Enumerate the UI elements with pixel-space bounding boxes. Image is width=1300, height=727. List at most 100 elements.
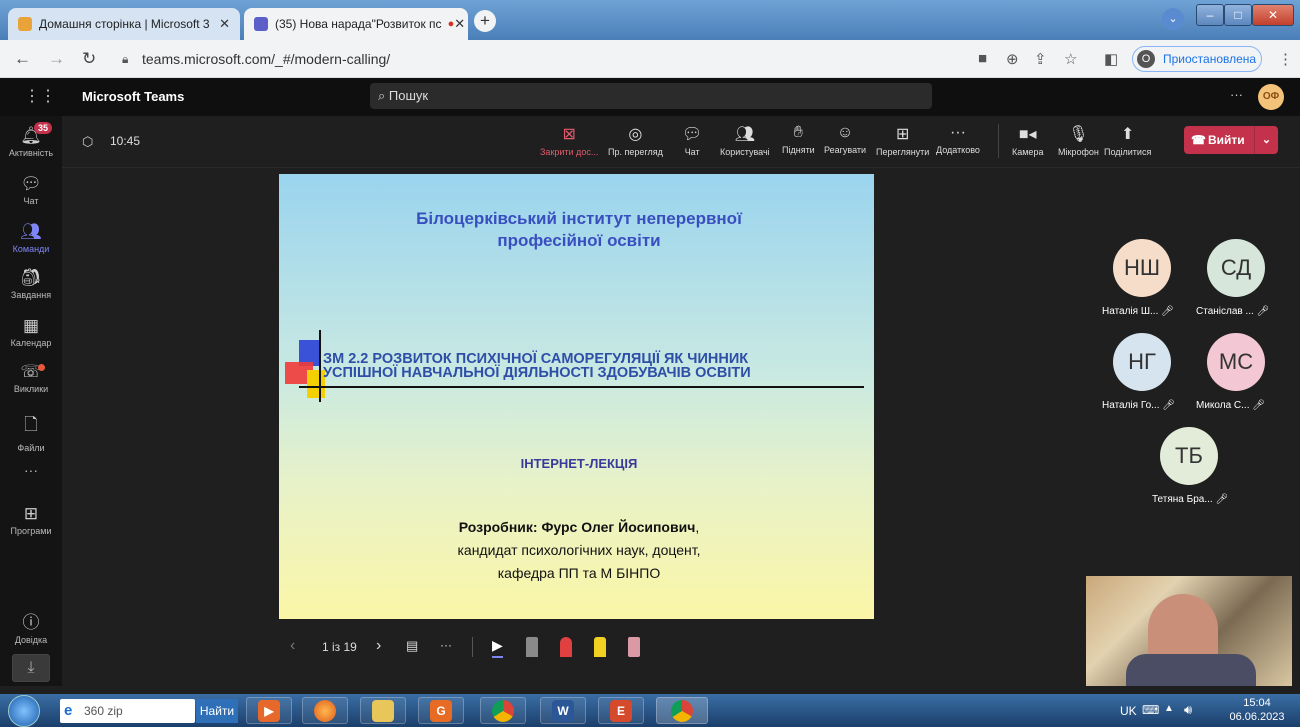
rail-item-chat[interactable]: 💬︎ Чат: [0, 174, 62, 206]
chat-button[interactable]: 💬︎ Чат: [682, 124, 702, 157]
more-actions-button[interactable]: ··· Додатково: [936, 124, 980, 155]
rail-item-tasks[interactable]: 🎒︎ Завдання: [0, 268, 62, 300]
participants-button[interactable]: 👥︎ Користувачі: [720, 124, 770, 157]
participant-avatar[interactable]: МС: [1207, 333, 1265, 391]
pen-tool-icon[interactable]: [526, 637, 538, 657]
microphone-button[interactable]: 🎙︎ Мікрофон: [1058, 124, 1099, 157]
zoom-icon[interactable]: ⊕: [1006, 50, 1019, 68]
chevron-down-icon[interactable]: ⌄: [1162, 8, 1184, 30]
participant-avatar[interactable]: НГ: [1113, 333, 1171, 391]
view-button[interactable]: ⊞ Переглянути: [876, 124, 929, 157]
chat-icon: 💬︎: [20, 174, 42, 193]
app-launcher-icon[interactable]: ⋮⋮: [24, 86, 56, 106]
participant-avatar[interactable]: ТБ: [1160, 427, 1218, 485]
taskbar-app-pdf[interactable]: G: [418, 697, 464, 724]
tab-meeting[interactable]: (35) Нова нарада"Розвиток пс ● ✕: [244, 8, 468, 40]
keyboard-icon[interactable]: ⌨: [1142, 703, 1159, 717]
url-text: teams.microsoft.com/_#/modern-calling/: [142, 51, 391, 67]
participant-name: Наталія Го... 🎤︎: [1102, 400, 1175, 411]
rail-item-apps[interactable]: ⊞ Програми: [0, 504, 62, 536]
mic-muted-icon: 🎤︎: [1162, 400, 1175, 411]
preview-button[interactable]: ◎ Пр. перегляд: [608, 124, 663, 157]
kebab-menu-icon[interactable]: ⋮: [1278, 50, 1293, 68]
reload-icon[interactable]: ↻: [82, 49, 96, 69]
eraser-icon[interactable]: [628, 637, 640, 657]
hand-icon: ✋︎: [793, 124, 803, 141]
download-icon[interactable]: ⤓: [12, 654, 50, 682]
highlighter-icon[interactable]: [594, 637, 606, 657]
control-label: Чат: [684, 147, 700, 157]
rail-item-teams[interactable]: 👥︎ Команди: [0, 222, 62, 254]
back-icon[interactable]: ←: [14, 49, 31, 69]
help-icon: ⓘ: [22, 613, 40, 632]
camera-button[interactable]: ■◂ Камера: [1012, 124, 1043, 157]
leave-button[interactable]: ☎ Вийти ⌄: [1184, 126, 1278, 154]
red-pen-icon[interactable]: [560, 637, 572, 657]
more-options-button[interactable]: ···: [1230, 87, 1243, 102]
raise-hand-button[interactable]: ✋︎ Підняти: [782, 124, 815, 155]
participant-avatar[interactable]: НШ: [1113, 239, 1171, 297]
user-avatar[interactable]: ОФ: [1258, 84, 1284, 110]
control-label: Поділитися: [1104, 147, 1152, 157]
close-icon[interactable]: ✕: [219, 16, 230, 32]
taskbar-search-input[interactable]: e 360 zip: [60, 699, 195, 723]
taskbar-app-chrome[interactable]: [480, 697, 526, 724]
rail-item-calls[interactable]: ☏ Виклики: [0, 362, 62, 394]
bell-icon: 🔔︎: [20, 126, 42, 145]
taskbar-app-word[interactable]: W: [540, 697, 586, 724]
tab-label: (35) Нова нарада"Розвиток пс: [275, 17, 442, 31]
self-video-feed[interactable]: [1086, 576, 1292, 686]
firefox-icon: [314, 700, 336, 722]
react-button[interactable]: ☺ Реагувати: [824, 124, 866, 155]
stop-sharing-button[interactable]: ⊠ Закрити дос...: [540, 124, 598, 157]
slide-lecture-type: ІНТЕРНЕТ-ЛЕКЦІЯ: [520, 456, 638, 471]
url-field[interactable]: 🔒︎ teams.microsoft.com/_#/modern-calling…: [110, 46, 960, 72]
forward-icon[interactable]: →: [48, 49, 65, 69]
pointer-tool-icon[interactable]: ▶: [492, 637, 503, 658]
rail-item-files[interactable]: 🗋 Файли: [0, 412, 62, 453]
taskbar-clock[interactable]: 15:04 06.06.2023: [1224, 696, 1290, 724]
search-input[interactable]: ⌕ Пошук: [370, 83, 932, 109]
language-indicator[interactable]: UK: [1120, 704, 1137, 718]
more-options-button[interactable]: ···: [440, 638, 452, 652]
sidebar-icon[interactable]: ◧: [1104, 50, 1118, 68]
participant-avatar[interactable]: СД: [1207, 239, 1265, 297]
close-window-button[interactable]: ✕: [1252, 4, 1294, 26]
volume-icon[interactable]: 🔊︎: [1184, 702, 1192, 718]
taskbar-app-firefox[interactable]: [302, 697, 348, 724]
taskbar-app-explorer[interactable]: [360, 697, 406, 724]
taskbar-app-presenter[interactable]: E: [598, 697, 644, 724]
eye-icon: ◎: [628, 126, 643, 143]
maximize-button[interactable]: □: [1224, 4, 1252, 26]
minimize-button[interactable]: –: [1196, 4, 1224, 26]
institute-line-2: професійної освіти: [497, 231, 661, 250]
close-icon[interactable]: ✕: [454, 16, 465, 32]
share-icon[interactable]: ⇪: [1034, 50, 1047, 68]
rail-item-calendar[interactable]: ▦ Календар: [0, 316, 62, 348]
rail-label: Виклики: [13, 384, 49, 394]
phone-icon: ☏: [20, 362, 42, 381]
tray-expand-icon[interactable]: ▲: [1164, 703, 1174, 714]
taskbar-app-chrome-active[interactable]: [656, 697, 708, 724]
start-button[interactable]: [8, 695, 40, 727]
next-slide-button[interactable]: ›: [376, 637, 381, 655]
rail-label: Файли: [17, 443, 45, 453]
rail-item-activity[interactable]: 🔔︎ Активність 35: [0, 122, 62, 158]
search-submit-button[interactable]: Найти: [196, 699, 238, 723]
thumbnails-icon[interactable]: ▤: [406, 638, 418, 654]
participant-name-text: Наталія Го...: [1102, 400, 1160, 411]
rail-label: Програми: [10, 526, 52, 536]
camera-icon[interactable]: ■: [978, 50, 987, 67]
chevron-down-icon[interactable]: ⌄: [1254, 126, 1278, 154]
phone-hangup-icon: ☎: [1191, 133, 1206, 147]
rail-item-more[interactable]: ···: [0, 462, 62, 478]
shared-slide: Білоцерківський інститут неперервної про…: [279, 174, 874, 619]
share-button[interactable]: ⬆︎ Поділитися: [1104, 124, 1151, 157]
profile-chip[interactable]: O Приостановлена: [1132, 46, 1262, 72]
tab-home[interactable]: Домашня сторінка | Microsoft 3 ✕: [8, 8, 240, 40]
taskbar-app-media[interactable]: ▶: [246, 697, 292, 724]
star-icon[interactable]: ☆: [1064, 50, 1077, 68]
prev-slide-button[interactable]: ‹: [290, 637, 295, 655]
new-tab-button[interactable]: +: [474, 10, 496, 32]
rail-item-help[interactable]: ⓘ Довідка: [0, 608, 62, 645]
